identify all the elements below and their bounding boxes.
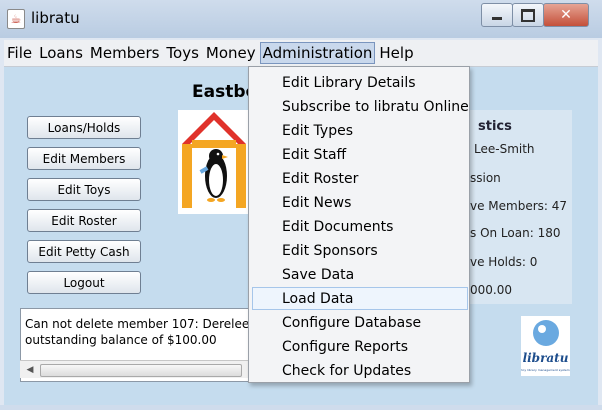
maximize-icon <box>521 8 535 22</box>
horizontal-scrollbar[interactable]: ◀ <box>20 360 252 378</box>
menu-administration[interactable]: Administration <box>259 42 376 64</box>
libratu-logo: libratu toy library management system <box>521 316 570 376</box>
close-button[interactable]: ✕ <box>543 3 589 27</box>
menu-bar: File Loans Members Toys Money Administra… <box>4 40 598 67</box>
java-app-icon: ☕ <box>7 9 25 29</box>
menu-configure-reports[interactable]: Configure Reports <box>282 335 408 359</box>
menu-loans[interactable]: Loans <box>36 42 86 64</box>
menu-edit-documents[interactable]: Edit Documents <box>282 215 393 239</box>
message-line: Can not delete member 107: Derelee a <box>25 317 254 331</box>
scroll-left-icon[interactable]: ◀ <box>23 363 37 377</box>
stat-active-holds: ve Holds: 0 <box>470 255 538 269</box>
stat-toys-on-loan: s On Loan: 180 <box>470 226 561 240</box>
menu-edit-library-details[interactable]: Edit Library Details <box>282 71 416 95</box>
menu-edit-types[interactable]: Edit Types <box>282 119 353 143</box>
title-bar: ☕ libratu ✕ <box>0 0 602 38</box>
menu-configure-database[interactable]: Configure Database <box>282 311 421 335</box>
minimize-button[interactable] <box>481 3 513 27</box>
libratu-tagline: toy library management system <box>521 368 570 372</box>
menu-edit-staff[interactable]: Edit Staff <box>282 143 346 167</box>
house-penguin-icon <box>182 112 246 208</box>
menu-members[interactable]: Members <box>87 42 163 64</box>
menu-load-data[interactable]: Load Data <box>282 287 353 311</box>
edit-petty-cash-button[interactable]: Edit Petty Cash <box>27 240 141 263</box>
window-title: libratu <box>31 9 80 27</box>
menu-edit-news[interactable]: Edit News <box>282 191 351 215</box>
window-bottom-border <box>0 405 602 410</box>
loans-holds-button[interactable]: Loans/Holds <box>27 116 141 139</box>
statistics-panel: stics Lee-Smith ssion ve Members: 47 s O… <box>466 110 572 304</box>
menu-check-for-updates[interactable]: Check for Updates <box>282 359 411 383</box>
menu-save-data[interactable]: Save Data <box>282 263 354 287</box>
menu-edit-roster[interactable]: Edit Roster <box>282 167 358 191</box>
library-logo <box>178 110 250 214</box>
edit-members-button[interactable]: Edit Members <box>27 147 141 170</box>
message-line: outstanding balance of $100.00 <box>25 333 217 347</box>
menu-money[interactable]: Money <box>203 42 259 64</box>
stat-balance: 000.00 <box>470 283 512 297</box>
logout-button[interactable]: Logout <box>27 271 141 294</box>
window-controls: ✕ <box>481 3 589 27</box>
stat-active-members: ve Members: 47 <box>470 199 568 213</box>
stat-coordinator: Lee-Smith <box>474 142 535 156</box>
libratu-wordmark: libratu <box>522 351 569 365</box>
minimize-icon <box>492 16 502 20</box>
menu-edit-sponsors[interactable]: Edit Sponsors <box>282 239 378 263</box>
edit-toys-button[interactable]: Edit Toys <box>27 178 141 201</box>
close-icon: ✕ <box>560 7 572 23</box>
menu-subscribe-online[interactable]: Subscribe to libratu Online <box>282 95 469 119</box>
edit-roster-button[interactable]: Edit Roster <box>27 209 141 232</box>
administration-menu: Edit Library Details Subscribe to librat… <box>248 66 470 383</box>
maximize-button[interactable] <box>512 3 544 27</box>
scrollbar-thumb[interactable] <box>40 364 242 377</box>
menu-help[interactable]: Help <box>376 42 416 64</box>
statistics-title: stics <box>478 119 512 134</box>
libratu-circle-icon <box>533 320 559 346</box>
menu-file[interactable]: File <box>4 42 35 64</box>
menu-toys[interactable]: Toys <box>163 42 201 64</box>
stat-session: ssion <box>470 171 501 185</box>
